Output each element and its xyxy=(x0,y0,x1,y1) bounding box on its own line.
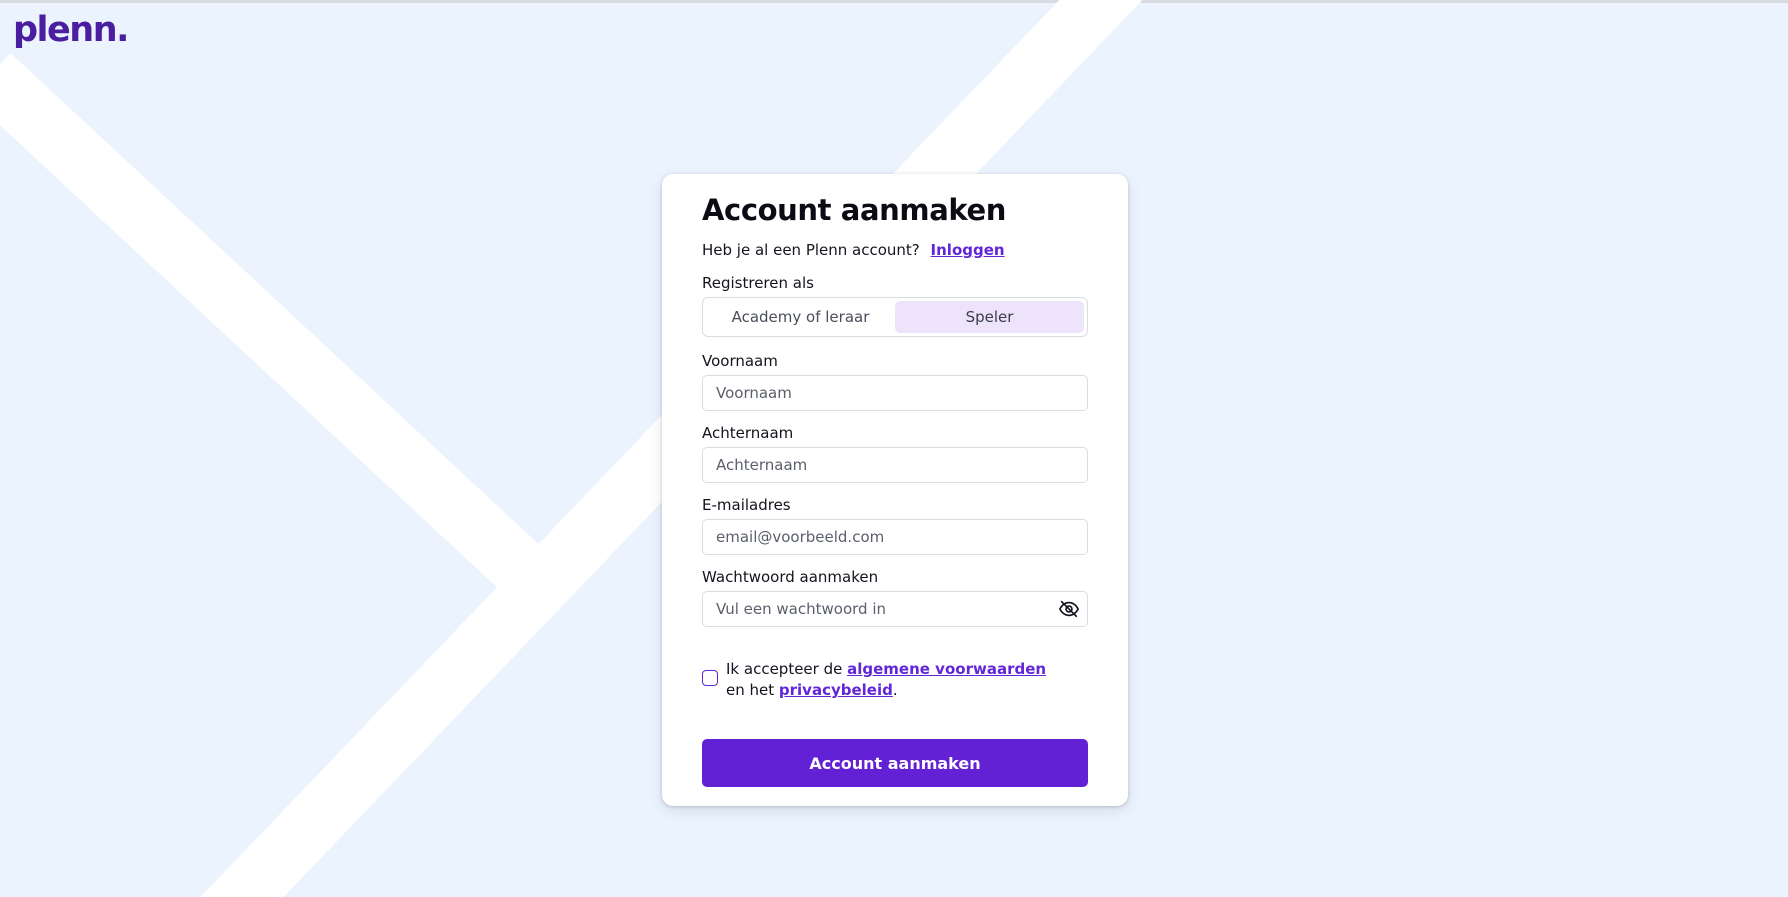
register-as-toggle: Academy of leraar Speler xyxy=(702,297,1088,337)
first-name-input[interactable] xyxy=(702,375,1088,411)
privacy-link[interactable]: privacybeleid xyxy=(779,681,893,699)
email-wrap xyxy=(702,519,1088,555)
login-prompt: Heb je al een Plenn account? Inloggen xyxy=(702,240,1088,260)
terms-checkbox[interactable] xyxy=(702,670,718,686)
last-name-label: Achternaam xyxy=(702,424,794,442)
login-prompt-text: Heb je al een Plenn account? xyxy=(702,241,920,259)
email-group: E-mailadres xyxy=(702,495,1088,555)
register-as-label: Registreren als xyxy=(702,274,814,292)
first-name-group: Voornaam xyxy=(702,351,1088,411)
create-account-button[interactable]: Account aanmaken xyxy=(702,739,1088,787)
terms-row: Ik accepteer de algemene voorwaarden en … xyxy=(702,659,1088,701)
last-name-group: Achternaam xyxy=(702,423,1088,483)
terms-text: Ik accepteer de algemene voorwaarden en … xyxy=(726,659,1066,701)
terms-suffix: . xyxy=(892,681,898,699)
page-title: Account aanmaken xyxy=(702,193,1006,227)
last-name-wrap xyxy=(702,447,1088,483)
register-option-academy[interactable]: Academy of leraar xyxy=(706,301,895,333)
email-input[interactable] xyxy=(702,519,1088,555)
eye-off-icon[interactable] xyxy=(1058,598,1080,620)
last-name-input[interactable] xyxy=(702,447,1088,483)
terms-link[interactable]: algemene voorwaarden xyxy=(847,660,1046,678)
first-name-wrap xyxy=(702,375,1088,411)
first-name-label: Voornaam xyxy=(702,352,778,370)
register-option-speler[interactable]: Speler xyxy=(895,301,1084,333)
login-link[interactable]: Inloggen xyxy=(931,241,1005,259)
password-group: Wachtwoord aanmaken xyxy=(702,567,1088,627)
password-input[interactable] xyxy=(702,591,1088,627)
password-wrap xyxy=(702,591,1088,627)
signup-form: Account aanmaken Heb je al een Plenn acc… xyxy=(702,190,1088,787)
signup-card: Account aanmaken Heb je al een Plenn acc… xyxy=(662,174,1128,806)
password-label: Wachtwoord aanmaken xyxy=(702,568,879,586)
email-label: E-mailadres xyxy=(702,496,791,514)
plenn-logo[interactable]: plenn. xyxy=(13,10,129,50)
terms-middle: en het xyxy=(726,681,775,699)
terms-prefix: Ik accepteer de xyxy=(726,660,843,678)
